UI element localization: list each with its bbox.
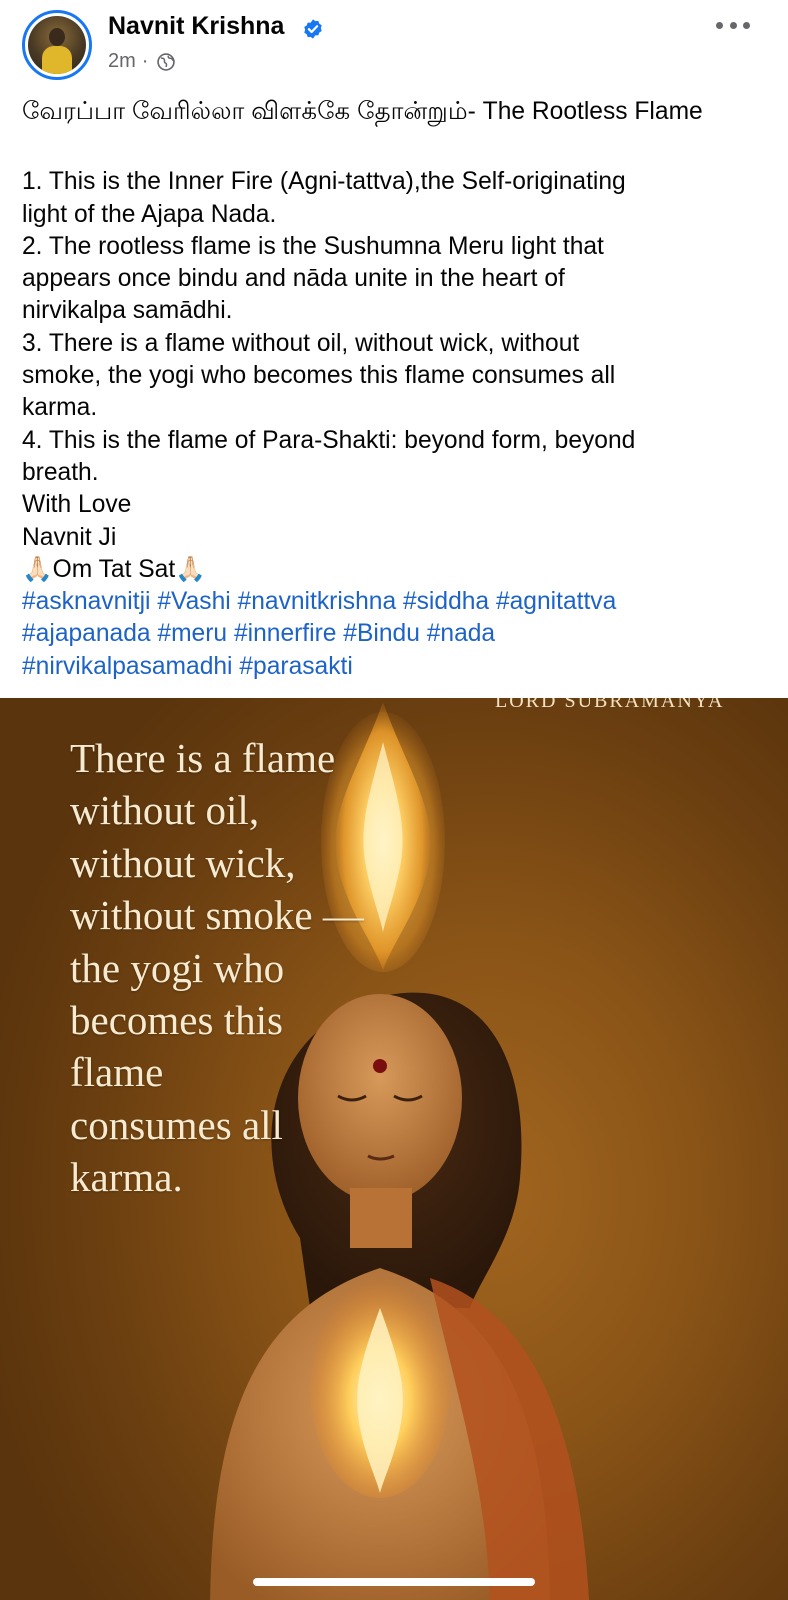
author-name[interactable]: Navnit Krishna (108, 12, 284, 41)
hashtag-line[interactable]: #asknavnitji #Vashi #navnitkrishna #sidd… (22, 586, 752, 618)
quote-line: karma. (70, 1154, 183, 1201)
quote-line: flame (70, 1049, 164, 1096)
quote-line: consumes all (70, 1101, 283, 1148)
quote-line: without oil, (70, 787, 260, 834)
post-header: Navnit Krishna 2m · (0, 0, 788, 90)
avatar-photo (28, 16, 86, 74)
post-text-line: With Love (22, 491, 132, 519)
post-text-line: 🙏🏻Om Tat Sat🙏🏻 (22, 555, 206, 583)
post-title-line: வேரப்பா வேரில்லா விளக்கே தோன்றும்- The R… (22, 98, 703, 125)
post-text-line: 2. The rootless flame is the Sushumna Me… (22, 232, 604, 260)
more-options-icon[interactable] (716, 14, 750, 36)
post-text-line: appears once bindu and nāda unite in the… (22, 265, 565, 293)
post-text-line: light of the Ajapa Nada. (22, 200, 277, 228)
post-text-line: 4. This is the flame of Para-Shakti: bey… (22, 426, 636, 454)
post-image[interactable]: LORD SUBRAMANYA There is a flame without… (0, 698, 788, 1600)
home-indicator[interactable] (253, 1578, 535, 1586)
avatar[interactable] (22, 10, 92, 80)
hashtag-line[interactable]: #nirvikalpasamadhi #parasakti (22, 651, 752, 683)
quote-line: becomes this (70, 997, 283, 1044)
meta-separator: · (141, 50, 149, 72)
quote-line: the yogi who (70, 944, 285, 991)
hashtag-line[interactable]: #ajapanada #meru #innerfire #Bindu #nada (22, 618, 752, 650)
post-text-line: 3. There is a flame without oil, without… (22, 329, 580, 357)
quote-line: without smoke — (70, 892, 364, 939)
post-timestamp[interactable]: 2m (108, 50, 136, 73)
post-text-line: karma. (22, 394, 98, 422)
quote-line: There is a flame (70, 735, 336, 781)
image-top-label: LORD SUBRAMANYA (495, 698, 725, 712)
post-body: வேரப்பா வேரில்லா விளக்கே தோன்றும்- The R… (22, 96, 752, 683)
post-text-line: nirvikalpa samādhi. (22, 297, 233, 325)
globe-icon (157, 52, 176, 71)
quote-line: without wick, (70, 839, 296, 886)
image-quote: There is a flame without oil, without wi… (70, 732, 390, 1204)
post-text-line: breath. (22, 458, 99, 486)
post-text-line: smoke, the yogi who becomes this flame c… (22, 362, 616, 390)
post-meta: 2m · (108, 50, 176, 73)
verified-badge-icon (304, 19, 322, 39)
post-text-line: Navnit Ji (22, 523, 117, 551)
post-text-line: 1. This is the Inner Fire (Agni-tattva),… (22, 168, 626, 196)
